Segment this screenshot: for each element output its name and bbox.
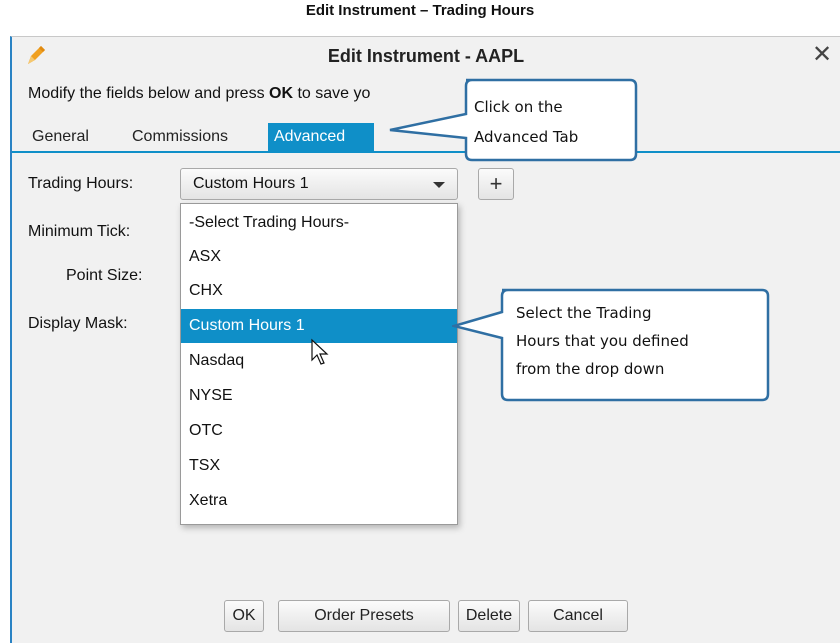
dropdown-option-select-placeholder[interactable]: -Select Trading Hours- [181, 206, 457, 240]
tab-general[interactable]: General [26, 123, 95, 151]
trading-hours-callout-line1: Select the Trading [516, 304, 652, 322]
trading-hours-selected-value: Custom Hours 1 [193, 175, 309, 192]
order-presets-button[interactable]: Order Presets [278, 600, 450, 632]
dropdown-option-xetra[interactable]: Xetra [181, 484, 457, 518]
instructions-suffix: to save yo [293, 85, 371, 102]
cancel-button[interactable]: Cancel [528, 600, 628, 632]
advanced-tab-callout [389, 78, 638, 162]
instructions-text: Modify the fields below and press OK to … [28, 85, 370, 103]
dialog-title-bar: Edit Instrument - AAPL ✕ [12, 37, 840, 75]
ok-button[interactable]: OK [224, 600, 264, 632]
point-size-label: Point Size: [66, 267, 143, 284]
dropdown-option-otc[interactable]: OTC [181, 414, 457, 448]
trading-hours-callout-line2: Hours that you defined [516, 332, 689, 350]
trading-hours-select[interactable]: Custom Hours 1 [180, 168, 458, 200]
dropdown-option-tsx[interactable]: TSX [181, 449, 457, 483]
display-mask-label: Display Mask: [28, 315, 128, 332]
trading-hours-callout-line3: from the drop down [516, 360, 665, 378]
delete-button[interactable]: Delete [458, 600, 520, 632]
advanced-tab-callout-line1: Click on the [474, 98, 563, 116]
minimum-tick-label: Minimum Tick: [28, 223, 131, 240]
mouse-pointer-icon [311, 338, 329, 365]
trading-hours-label: Trading Hours: [28, 175, 134, 192]
close-icon[interactable]: ✕ [808, 41, 836, 69]
dialog-title: Edit Instrument - AAPL [327, 46, 525, 66]
chevron-down-icon [433, 182, 445, 188]
dropdown-option-chx[interactable]: CHX [181, 274, 457, 308]
add-trading-hours-button[interactable]: + [478, 168, 514, 200]
tab-advanced[interactable]: Advanced [268, 123, 374, 151]
tab-commissions[interactable]: Commissions [126, 123, 234, 151]
instructions-ok-emphasis: OK [269, 85, 294, 102]
instructions-prefix: Modify the fields below and press [28, 85, 270, 102]
dropdown-option-nyse[interactable]: NYSE [181, 379, 457, 413]
dropdown-option-asx[interactable]: ASX [181, 240, 457, 274]
advanced-tab-callout-line2: Advanced Tab [474, 128, 579, 146]
document-title: Edit Instrument – Trading Hours [305, 2, 535, 19]
